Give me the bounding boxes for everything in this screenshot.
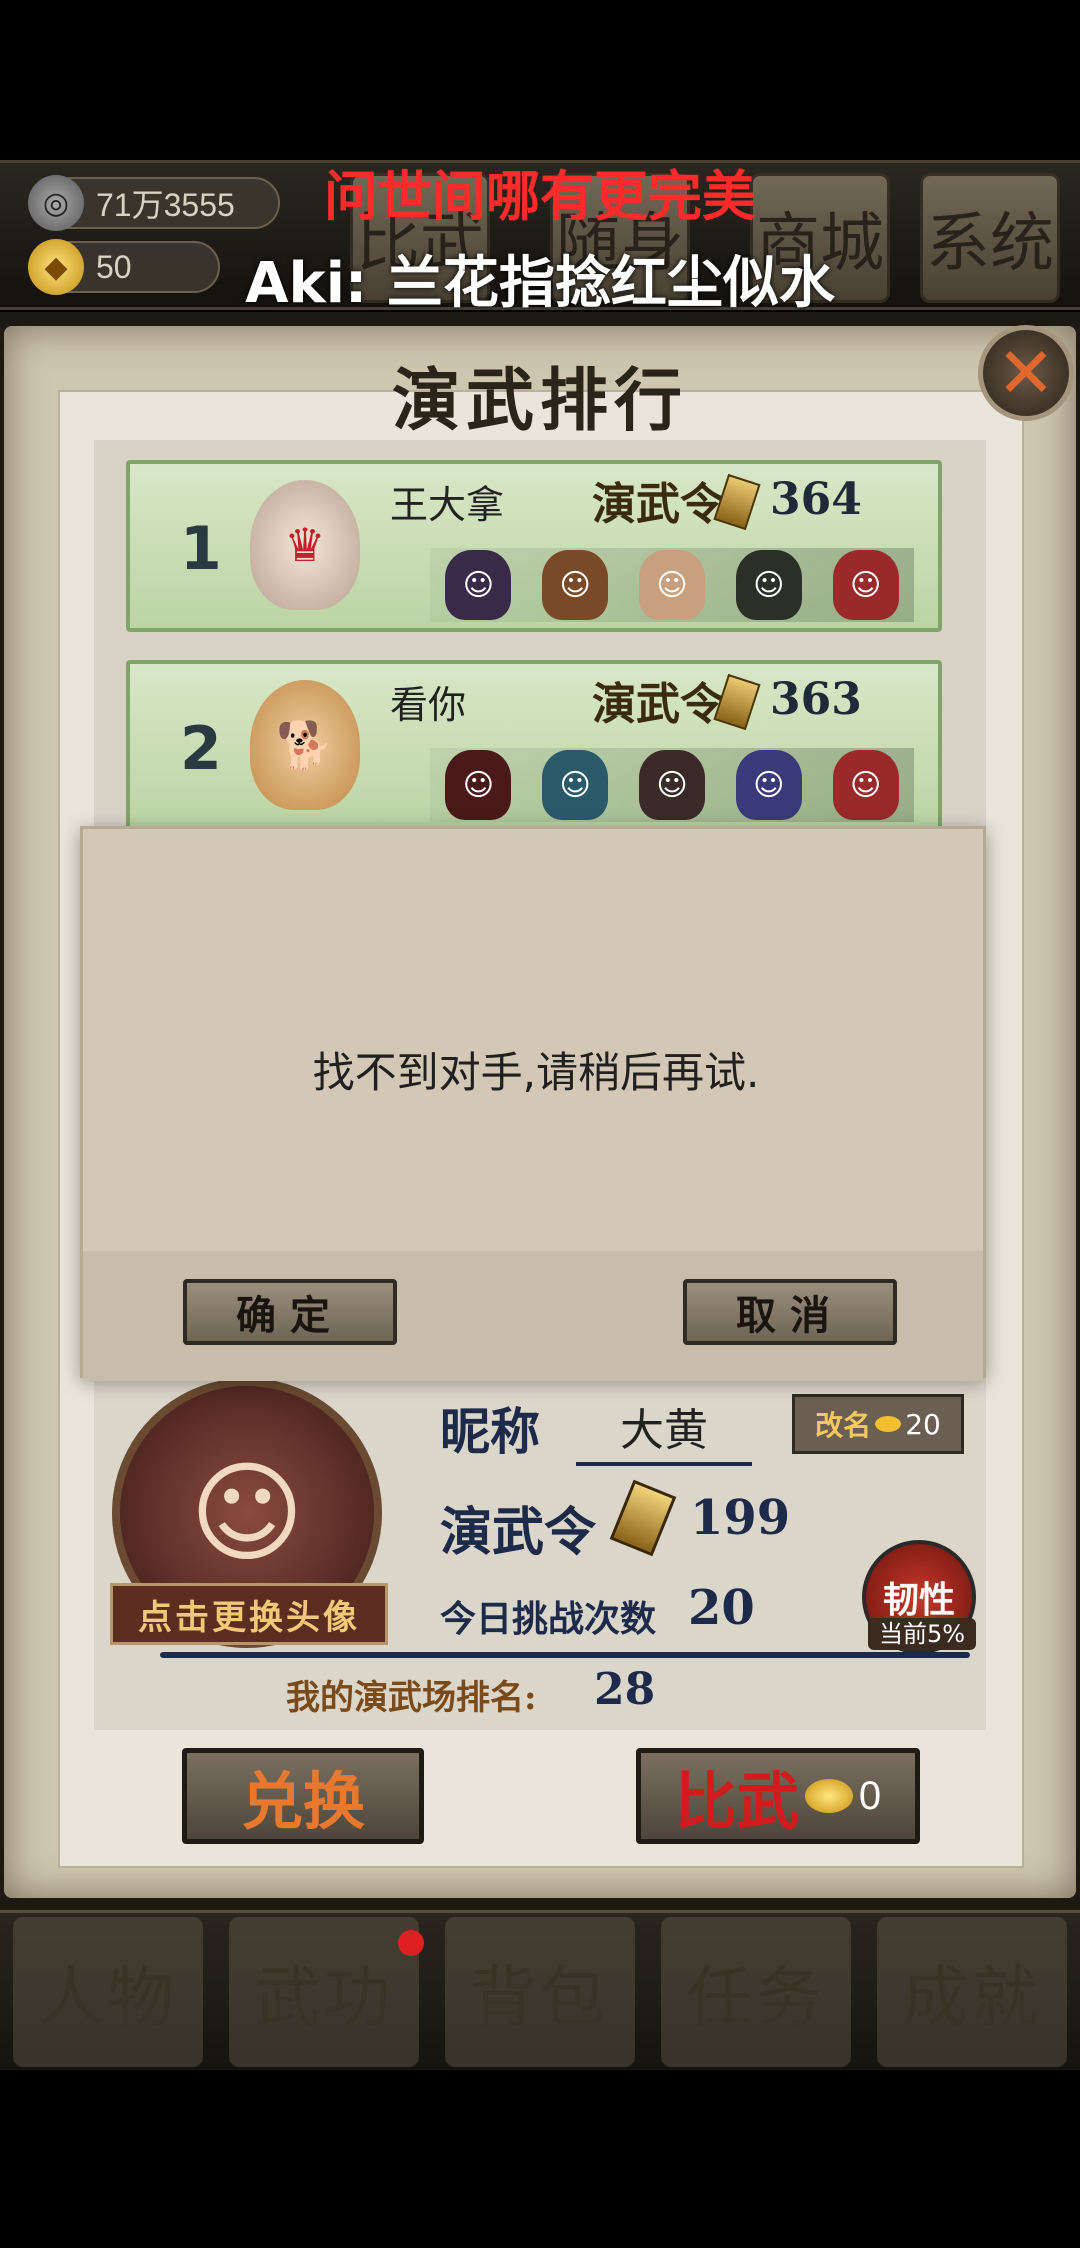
rename-button[interactable]: 改名 20 bbox=[792, 1394, 964, 1454]
nav-achievements[interactable]: 成就 bbox=[877, 1916, 1067, 2067]
token-label: 演武令 bbox=[592, 479, 724, 530]
hero-team: ☺ ☺ ☺ ☺ ☺ bbox=[430, 748, 914, 822]
hero-portrait: ☺ bbox=[445, 750, 512, 820]
lyric-line-2: Aki: 兰花指捻红尘似水 bbox=[245, 251, 835, 316]
rank-number: 1 bbox=[180, 514, 222, 584]
hero-portrait: ☺ bbox=[735, 550, 802, 620]
token-label: 演武令 bbox=[440, 1502, 597, 1563]
hero-portrait: ☺ bbox=[832, 550, 899, 620]
lyric-line-1: 问世间哪有更完美 bbox=[324, 165, 756, 228]
rank-card-2[interactable]: 2 🐕 看你 演武令 363 ☺ ☺ ☺ ☺ ☺ bbox=[126, 660, 942, 832]
player-avatar: ♛ bbox=[250, 480, 360, 610]
hero-portrait: ☺ bbox=[638, 550, 705, 620]
player-name: 看你 bbox=[390, 683, 467, 727]
rename-label: 改名 bbox=[815, 1409, 872, 1442]
my-rank-label: 我的演武场排名: bbox=[286, 1678, 537, 1718]
hero-portrait: ☺ bbox=[832, 750, 899, 820]
hero-portrait: ☺ bbox=[735, 750, 802, 820]
nav-bag[interactable]: 背包 bbox=[445, 1916, 635, 2067]
nickname-value: 大黄 bbox=[576, 1394, 752, 1466]
gold-ingot-icon bbox=[875, 1416, 902, 1432]
player-avatar: 🐕 bbox=[250, 680, 360, 810]
token-count: 199 bbox=[690, 1490, 791, 1546]
change-avatar-button[interactable]: 点击更换头像 bbox=[110, 1583, 388, 1645]
cancel-button[interactable]: 取消 bbox=[683, 1279, 897, 1345]
nav-martial-arts[interactable]: 武功 bbox=[229, 1916, 419, 2067]
exchange-button[interactable]: 兑换 bbox=[182, 1748, 424, 1844]
battle-button[interactable]: 比武 0 bbox=[636, 1748, 920, 1844]
close-icon: ✕ bbox=[996, 332, 1056, 414]
my-rank-value: 28 bbox=[594, 1664, 656, 1715]
rename-cost: 20 bbox=[905, 1407, 941, 1441]
bottom-nav: 人物 武功 背包 任务 成就 bbox=[0, 1910, 1080, 2070]
toughness-percent: 当前5% bbox=[868, 1618, 976, 1650]
nav-quests[interactable]: 任务 bbox=[661, 1916, 851, 2067]
confirm-button[interactable]: 确定 bbox=[183, 1279, 397, 1345]
panel-title: 演武排行 bbox=[391, 361, 688, 441]
close-button[interactable]: ✕ bbox=[978, 325, 1074, 421]
challenges-value: 20 bbox=[688, 1580, 755, 1636]
challenges-label: 今日挑战次数 bbox=[440, 1598, 657, 1640]
dialog-message: 找不到对手,请稍后再试. bbox=[312, 1048, 760, 1097]
hero-team: ☺ ☺ ☺ ☺ ☺ bbox=[430, 548, 914, 622]
token-label: 演武令 bbox=[592, 679, 724, 730]
battle-label: 比武 bbox=[674, 1765, 799, 1838]
alert-dialog: 找不到对手,请稍后再试. 确定 取消 bbox=[80, 826, 986, 1381]
hero-portrait: ☺ bbox=[542, 550, 609, 620]
notification-dot bbox=[398, 1930, 424, 1956]
hero-portrait: ☺ bbox=[638, 750, 705, 820]
hero-portrait: ☺ bbox=[445, 550, 512, 620]
rank-number: 2 bbox=[180, 714, 222, 784]
nav-character[interactable]: 人物 bbox=[13, 1916, 203, 2067]
player-score: 364 bbox=[770, 474, 862, 525]
divider bbox=[160, 1652, 970, 1658]
hero-portrait: ☺ bbox=[542, 750, 609, 820]
gold-ingot-icon bbox=[804, 1779, 853, 1813]
battle-cost: 0 bbox=[858, 1773, 882, 1818]
player-score: 363 bbox=[770, 674, 862, 725]
player-name: 王大拿 bbox=[390, 483, 505, 527]
rank-card-1[interactable]: 1 ♛ 王大拿 演武令 364 ☺ ☺ ☺ ☺ ☺ bbox=[126, 460, 942, 632]
nickname-label: 昵称 bbox=[440, 1402, 540, 1461]
